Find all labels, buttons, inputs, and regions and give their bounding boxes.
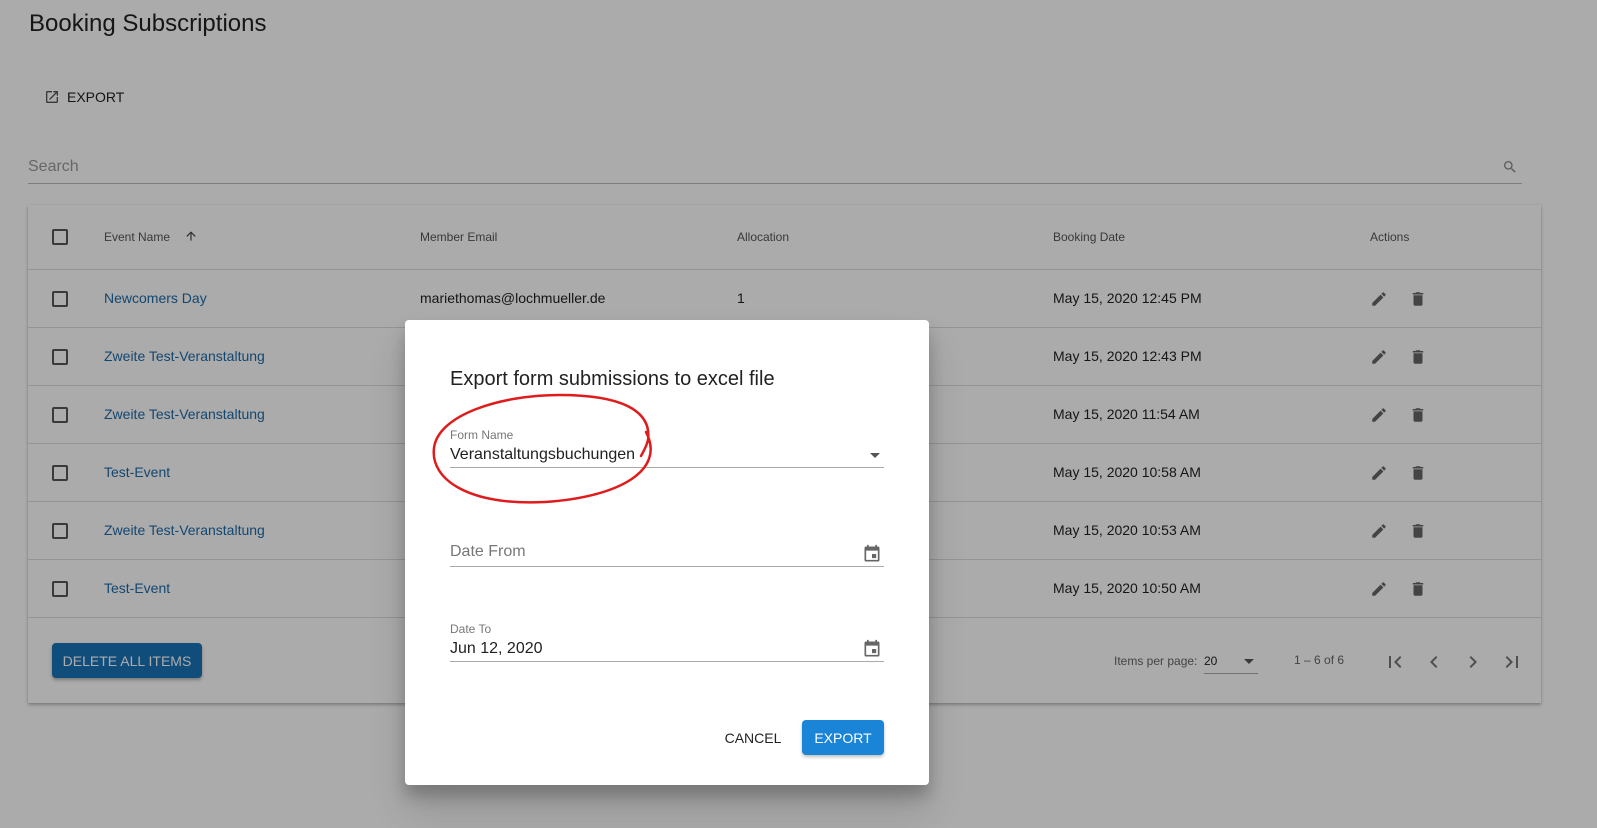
- form-name-select[interactable]: Form Name Veranstaltungsbuchungen: [450, 428, 884, 468]
- export-dialog: Export form submissions to excel file Fo…: [405, 320, 929, 785]
- export-button[interactable]: EXPORT: [802, 720, 884, 755]
- form-name-value: Veranstaltungsbuchungen: [450, 446, 636, 463]
- date-from-field[interactable]: Date From: [450, 527, 884, 567]
- cancel-button[interactable]: CANCEL: [713, 720, 793, 755]
- form-name-label: Form Name: [450, 428, 514, 442]
- date-from-placeholder: Date From: [450, 543, 526, 560]
- date-to-value: Jun 12, 2020: [450, 640, 543, 657]
- calendar-icon[interactable]: [862, 639, 882, 659]
- dialog-title: Export form submissions to excel file: [450, 368, 775, 390]
- calendar-icon[interactable]: [862, 544, 882, 564]
- date-to-field[interactable]: Date To Jun 12, 2020: [450, 622, 884, 662]
- date-to-label: Date To: [450, 622, 492, 636]
- dropdown-icon[interactable]: [870, 453, 880, 458]
